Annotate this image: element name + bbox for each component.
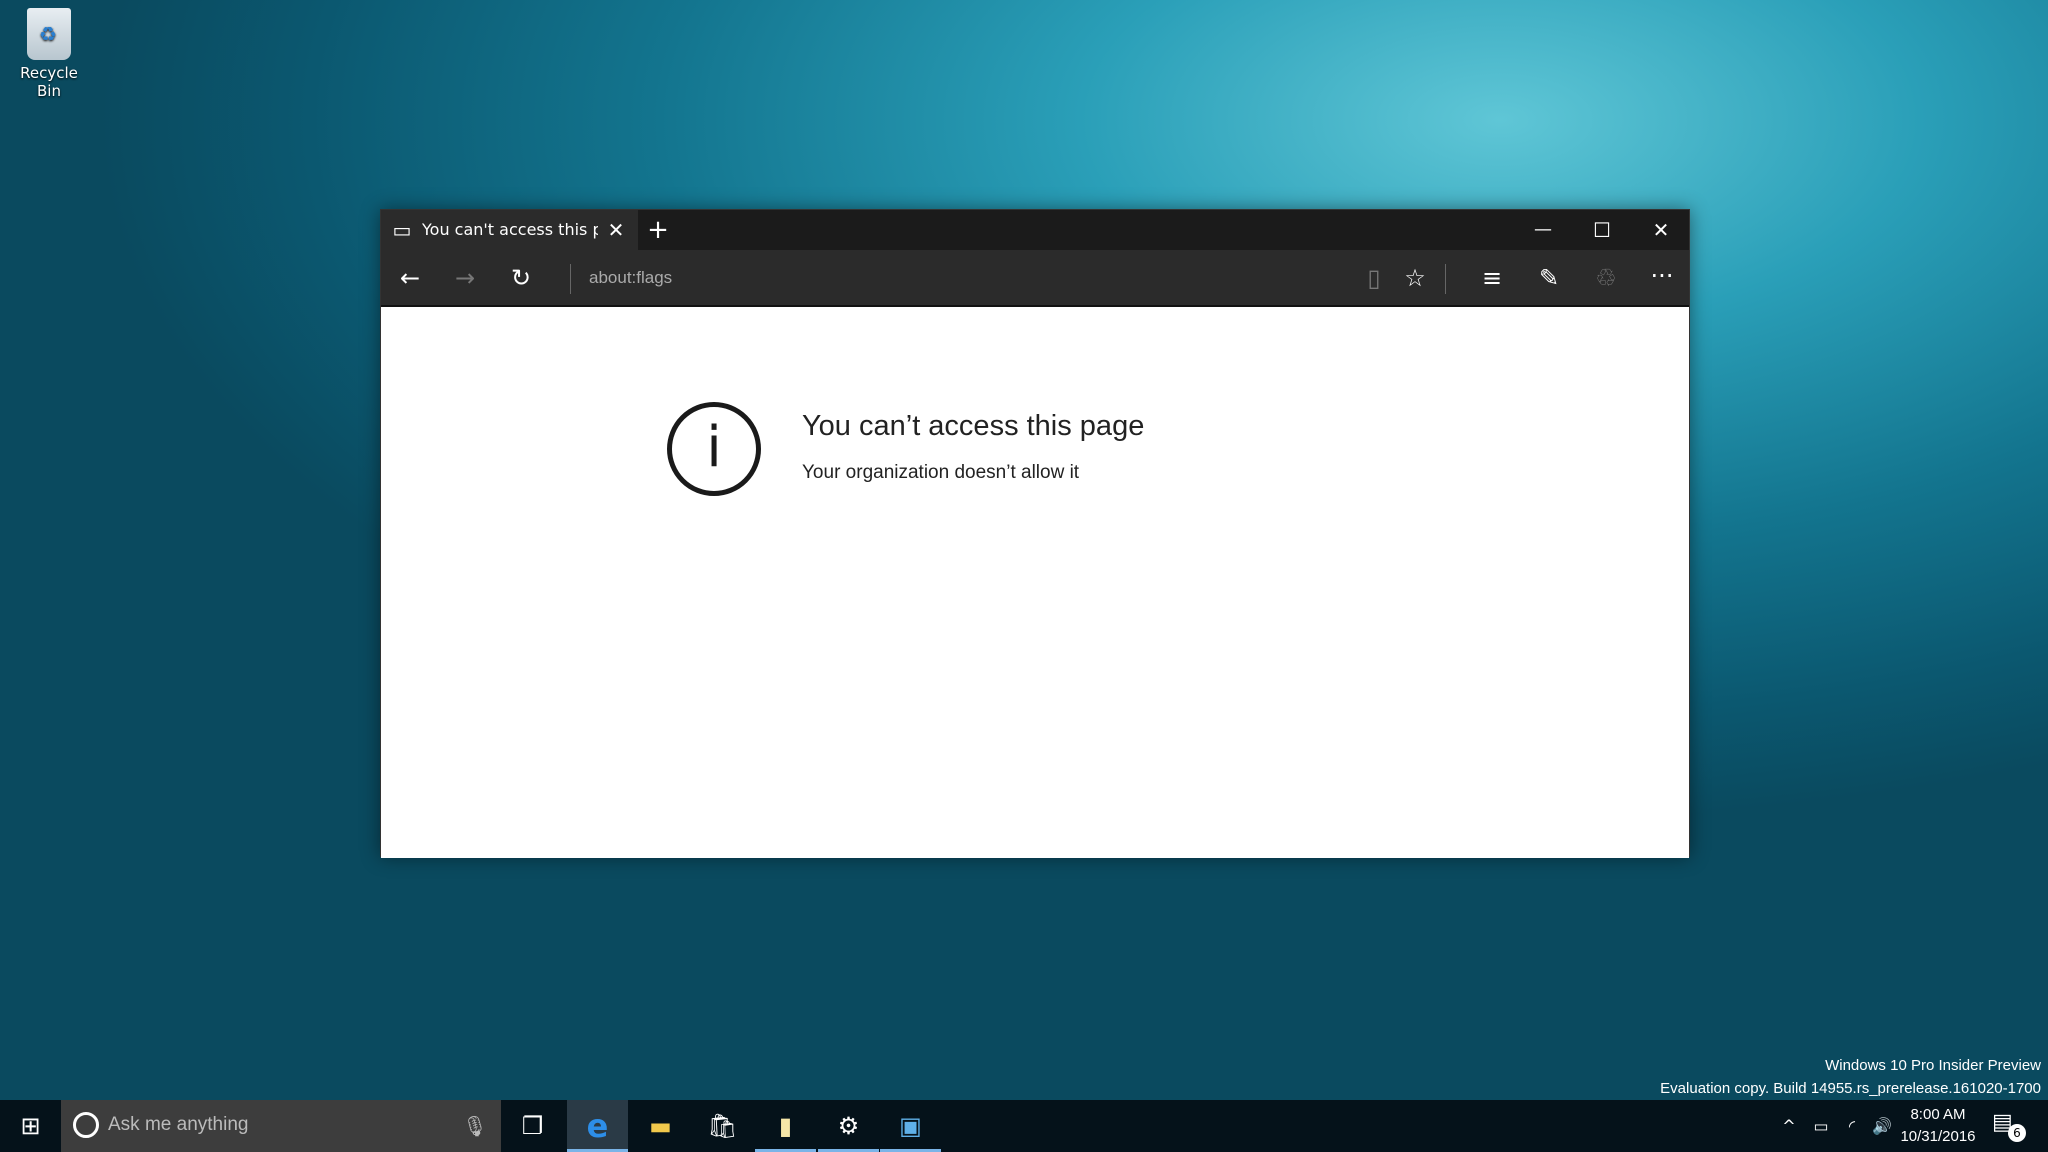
tab-active[interactable]: ▭ You can't access this pa ✕: [381, 210, 638, 250]
refresh-icon[interactable]: ↻: [511, 266, 531, 290]
store-icon: 🛍: [707, 1112, 738, 1140]
search-box[interactable]: Ask me anything 🎙: [61, 1100, 501, 1152]
back-icon[interactable]: ←: [400, 266, 420, 290]
control-panel-icon: ▣: [899, 1112, 922, 1140]
address-bar[interactable]: about:flags: [589, 268, 672, 288]
info-icon: i: [667, 402, 761, 496]
network-icon[interactable]: ◜: [1849, 1117, 1855, 1136]
settings-button[interactable]: ⚙: [818, 1100, 879, 1152]
toolbar: ← → ↻ about:flags ▯ ☆ ≡ ✎ ♲ ···: [381, 250, 1689, 307]
recycle-bin-label: Recycle Bin: [20, 64, 78, 100]
cortana-icon: [73, 1112, 99, 1138]
more-icon[interactable]: ···: [1651, 264, 1674, 288]
start-button[interactable]: ⊞: [0, 1100, 61, 1152]
page-subtitle: Your organization doesn’t allow it: [802, 462, 1080, 483]
notes-icon: ▮: [778, 1112, 793, 1140]
action-center-button[interactable]: ▤ 6: [1992, 1110, 2026, 1142]
task-view-button[interactable]: ❐: [502, 1100, 563, 1152]
battery-icon[interactable]: ▭: [1813, 1117, 1828, 1136]
page-title: You can’t access this page: [802, 410, 1145, 442]
taskbar: ⊞ Ask me anything 🎙 ❐ e ▬ 🛍 ▮ ⚙ ▣ ^ ▭ ◜ …: [0, 1100, 2048, 1152]
date: 10/31/2016: [1900, 1128, 1976, 1145]
title-bar: ▭ You can't access this pa ✕ + — ☐ ✕: [381, 210, 1689, 250]
divider: [570, 264, 571, 294]
tab-close-icon[interactable]: ✕: [608, 220, 625, 240]
app-button[interactable]: ▣: [880, 1100, 941, 1152]
watermark-line2: Evaluation copy. Build 14955.rs_prerelea…: [1660, 1080, 2041, 1097]
notification-badge: 6: [2008, 1124, 2026, 1142]
show-hidden-icons[interactable]: ^: [1782, 1117, 1795, 1136]
watermark-line1: Windows 10 Pro Insider Preview: [1825, 1057, 2041, 1074]
browser-window: ▭ You can't access this pa ✕ + — ☐ ✕ ← →…: [380, 209, 1690, 858]
notes-button[interactable]: ▮: [755, 1100, 816, 1152]
share-icon[interactable]: ♲: [1595, 266, 1617, 290]
windows-icon: ⊞: [20, 1112, 41, 1140]
divider: [1445, 264, 1446, 294]
store-button[interactable]: 🛍: [692, 1100, 753, 1152]
recycle-bin[interactable]: ♻ Recycle Bin: [6, 8, 92, 100]
clock[interactable]: 8:00 AM 10/31/2016: [1900, 1104, 1976, 1148]
new-tab-icon[interactable]: +: [647, 217, 669, 243]
volume-icon[interactable]: 🔊: [1872, 1117, 1892, 1136]
forward-icon[interactable]: →: [455, 266, 475, 290]
close-window-icon[interactable]: ✕: [1653, 220, 1670, 240]
star-icon[interactable]: ☆: [1404, 266, 1426, 290]
time: 8:00 AM: [1910, 1106, 1966, 1123]
edge-icon: e: [586, 1107, 609, 1145]
web-note-icon[interactable]: ✎: [1539, 266, 1559, 290]
page-content: i You can’t access this page Your organi…: [381, 307, 1689, 858]
minimize-icon[interactable]: —: [1534, 221, 1552, 239]
tab-title: You can't access this pa: [422, 220, 598, 239]
reading-view-icon[interactable]: ▯: [1367, 266, 1380, 290]
gear-icon: ⚙: [837, 1112, 860, 1140]
edge-button[interactable]: e: [567, 1100, 628, 1152]
folder-icon: ▬: [649, 1112, 672, 1140]
file-explorer-button[interactable]: ▬: [630, 1100, 691, 1152]
search-placeholder: Ask me anything: [108, 1114, 249, 1135]
tab-page-icon: ▭: [392, 218, 412, 242]
hub-icon[interactable]: ≡: [1482, 266, 1502, 290]
microphone-icon[interactable]: 🎙: [462, 1116, 487, 1136]
task-view-icon: ❐: [521, 1112, 544, 1140]
recycle-bin-icon: ♻: [27, 8, 71, 60]
maximize-icon[interactable]: ☐: [1593, 220, 1611, 240]
